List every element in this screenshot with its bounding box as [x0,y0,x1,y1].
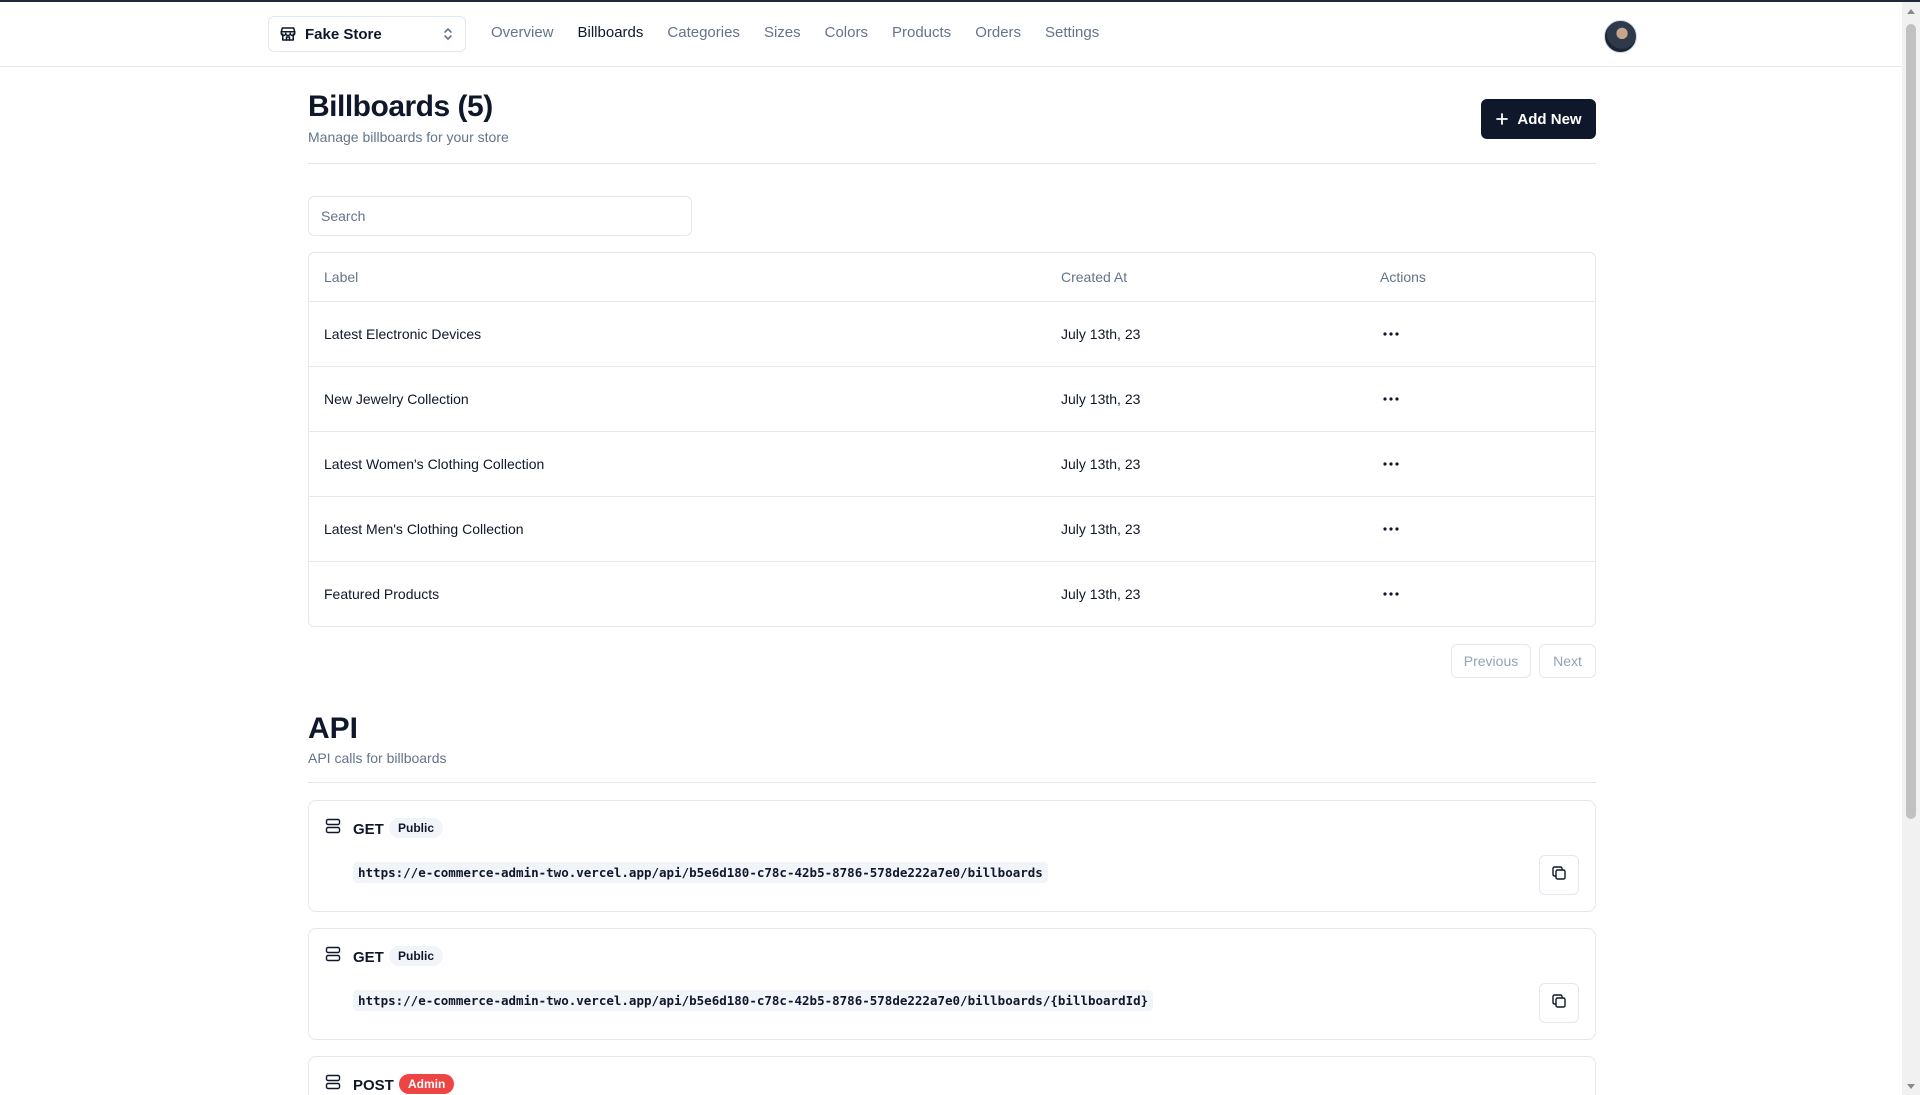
add-new-label: Add New [1517,110,1582,128]
api-method: GET [353,949,384,966]
header-separator [308,163,1596,164]
table-row: Latest Women's Clothing Collection July … [309,432,1595,497]
column-header-actions: Actions [1380,269,1426,285]
top-navbar: Fake Store Overview Billboards Categorie… [0,2,1902,67]
row-created-at: July 13th, 23 [1061,586,1141,602]
scrollbar-thumb[interactable] [1906,24,1916,819]
more-horizontal-icon[interactable] [1379,324,1403,344]
access-badge-public: Public [389,818,444,838]
api-alert-card: POST Admin [308,1056,1596,1095]
row-created-at: July 13th, 23 [1061,391,1141,407]
server-icon [325,1074,341,1090]
row-label: Latest Electronic Devices [324,326,482,342]
column-header-label: Label [324,269,359,285]
more-horizontal-icon[interactable] [1379,454,1403,474]
row-label: Featured Products [324,586,440,602]
column-header-created-at: Created At [1061,269,1128,285]
table-row: Latest Electronic Devices July 13th, 23 [309,302,1595,367]
access-badge-public: Public [389,946,444,966]
api-method: GET [353,821,384,838]
previous-page-button[interactable]: Previous [1451,644,1531,678]
copy-icon [1551,865,1567,886]
store-name: Fake Store [305,25,382,43]
nav-products[interactable]: Products [892,24,951,41]
add-new-button[interactable]: Add New [1481,99,1596,139]
nav-billboards[interactable]: Billboards [578,24,644,41]
row-created-at: July 13th, 23 [1061,456,1141,472]
api-url: https://e-commerce-admin-two.vercel.app/… [353,990,1154,1011]
page-title: Billboards (5) [308,90,493,123]
table-header: Label Created At Actions [309,253,1595,302]
api-section-subtitle: API calls for billboards [308,750,447,766]
table-row: Latest Men's Clothing Collection July 13… [309,497,1595,562]
row-created-at: July 13th, 23 [1061,326,1141,342]
api-method: POST [353,1077,394,1094]
page-scrollbar[interactable] [1902,2,1920,1095]
more-horizontal-icon[interactable] [1379,389,1403,409]
main-nav: Overview Billboards Categories Sizes Col… [491,24,1123,41]
table-row: New Jewelry Collection July 13th, 23 [309,367,1595,432]
copy-url-button[interactable] [1539,855,1579,895]
more-horizontal-icon[interactable] [1379,519,1403,539]
row-label: New Jewelry Collection [324,391,469,407]
nav-overview[interactable]: Overview [491,24,554,41]
chevrons-up-down-icon [441,25,455,43]
store-switcher[interactable]: Fake Store [268,16,466,52]
store-icon [279,25,297,43]
row-created-at: July 13th, 23 [1061,521,1141,537]
user-avatar[interactable] [1604,20,1637,53]
nav-orders[interactable]: Orders [975,24,1021,41]
api-alert-card: GET Public https://e-commerce-admin-two.… [308,800,1596,912]
page-subtitle: Manage billboards for your store [308,129,509,145]
api-url: https://e-commerce-admin-two.vercel.app/… [353,862,1048,883]
search-input[interactable] [308,196,692,236]
nav-settings[interactable]: Settings [1045,24,1099,41]
copy-icon [1551,993,1567,1014]
row-label: Latest Women's Clothing Collection [324,456,545,472]
next-page-button[interactable]: Next [1539,644,1596,678]
nav-colors[interactable]: Colors [825,24,868,41]
server-icon [325,946,341,962]
api-separator [308,782,1596,783]
api-section-title: API [308,712,359,745]
billboards-table: Label Created At Actions Latest Electron… [308,252,1596,627]
scroll-down-arrow-icon[interactable] [1907,1084,1915,1089]
nav-sizes[interactable]: Sizes [764,24,801,41]
more-horizontal-icon[interactable] [1379,584,1403,604]
nav-categories[interactable]: Categories [667,24,740,41]
access-badge-admin: Admin [399,1074,455,1094]
table-row: Featured Products July 13th, 23 [309,562,1595,626]
server-icon [325,818,341,834]
row-label: Latest Men's Clothing Collection [324,521,524,537]
api-alert-card: GET Public https://e-commerce-admin-two.… [308,928,1596,1040]
copy-url-button[interactable] [1539,983,1579,1023]
scroll-up-arrow-icon[interactable] [1907,9,1915,14]
plus-icon [1495,112,1509,126]
